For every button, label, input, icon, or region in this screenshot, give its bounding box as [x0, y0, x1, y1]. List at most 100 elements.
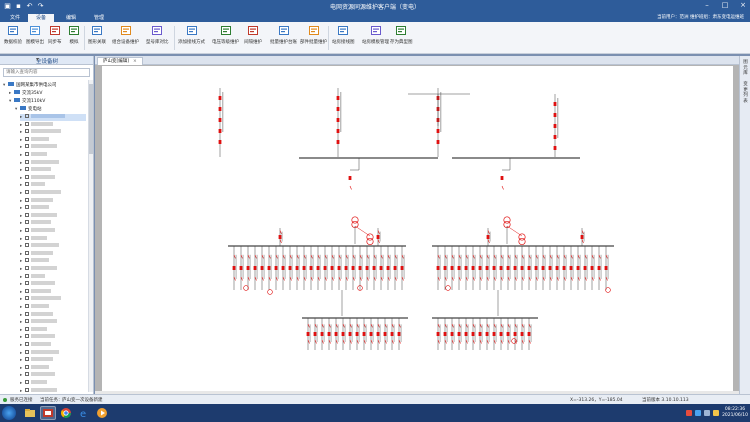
breaker-symbol[interactable] [464, 266, 468, 270]
breaker-symbol[interactable] [369, 332, 373, 336]
breaker-symbol[interactable] [302, 266, 306, 270]
feeder-label[interactable] [439, 254, 441, 279]
breaker-symbol[interactable] [604, 266, 608, 270]
switch-symbol[interactable] [501, 185, 504, 190]
breaker-symbol[interactable] [553, 146, 557, 150]
line-label[interactable] [222, 92, 224, 132]
breaker-symbol[interactable] [344, 266, 348, 270]
breaker-symbol[interactable] [253, 266, 257, 270]
breaker-symbol[interactable] [365, 266, 369, 270]
breaker-symbol[interactable] [541, 266, 545, 270]
feeder-label[interactable] [537, 254, 539, 279]
line-label[interactable] [557, 98, 559, 138]
breaker-symbol[interactable] [443, 266, 447, 270]
feeder-label[interactable] [396, 254, 398, 279]
breaker-symbol[interactable] [506, 332, 510, 336]
ribbon-button-2[interactable]: 同步布 [48, 25, 62, 52]
breaker-symbol[interactable] [376, 332, 380, 336]
breaker-symbol[interactable] [520, 332, 524, 336]
feeder-label[interactable] [375, 254, 377, 279]
feeder-label[interactable] [316, 324, 318, 342]
breaker-symbol[interactable] [464, 332, 468, 336]
feeder-label[interactable] [600, 254, 602, 279]
breaker-symbol[interactable] [471, 332, 475, 336]
tray-ime-icon[interactable] [713, 410, 720, 416]
taskbar-explorer-icon[interactable] [22, 406, 38, 420]
breaker-symbol[interactable] [553, 135, 557, 139]
feeder-label[interactable] [281, 231, 283, 242]
minimize-button[interactable]: – [702, 1, 712, 9]
station-tree-item[interactable]: ▸ [20, 152, 86, 159]
feeder-label[interactable] [495, 324, 497, 342]
tree-node[interactable]: ▾ 变电站 [15, 106, 42, 113]
breaker-symbol[interactable] [500, 176, 504, 180]
station-tree-item[interactable]: ▸ [20, 334, 86, 341]
breaker-symbol[interactable] [562, 266, 566, 270]
breaker-symbol[interactable] [316, 266, 320, 270]
breaker-symbol[interactable] [478, 266, 482, 270]
feeder-label[interactable] [593, 254, 595, 279]
feeder-label[interactable] [379, 231, 381, 242]
tray-network-icon[interactable] [695, 410, 702, 416]
ribbon-button-3[interactable]: 模拟 [68, 25, 80, 52]
breaker-symbol[interactable] [383, 332, 387, 336]
station-tree-item[interactable]: ▸ [20, 182, 86, 189]
ribbon-button-14[interactable]: 存为典型图 [390, 25, 413, 52]
doc-tab-lushan[interactable]: 庐山变[编辑] × [97, 57, 143, 65]
breaker-symbol[interactable] [313, 332, 317, 336]
feeder-label[interactable] [323, 324, 325, 342]
feeder-label[interactable] [530, 254, 532, 279]
feeder-label[interactable] [586, 254, 588, 279]
tree-node[interactable]: ▸ 交流35kV [9, 90, 42, 97]
station-tree-item[interactable]: ▸ [20, 372, 86, 379]
grounding-symbol[interactable] [267, 289, 273, 295]
breaker-symbol[interactable] [457, 266, 461, 270]
breaker-symbol[interactable] [278, 235, 282, 239]
breaker-symbol[interactable] [306, 332, 310, 336]
ribbon-button-9[interactable]: 间隔维护 [244, 25, 262, 52]
breaker-symbol[interactable] [386, 266, 390, 270]
breaker-symbol[interactable] [576, 266, 580, 270]
feeder-label[interactable] [489, 231, 491, 242]
pin-icon[interactable]: ▾ [36, 56, 90, 63]
station-tree-item[interactable]: ▸ [20, 288, 86, 296]
feeder-label[interactable] [382, 254, 384, 279]
single-line-diagram[interactable] [102, 66, 733, 391]
station-tree-item[interactable]: ▸ [20, 266, 86, 273]
rail-tab-changes[interactable]: 变更列表 [742, 82, 749, 104]
feeder-label[interactable] [572, 254, 574, 279]
ribbon-button-11[interactable]: 部件批量维护 [300, 25, 327, 52]
feeder-label[interactable] [347, 254, 349, 279]
station-tree-item[interactable]: ▸ [20, 235, 86, 243]
breaker-symbol[interactable] [436, 266, 440, 270]
feeder-label[interactable] [565, 254, 567, 279]
station-tree-item[interactable]: ▸ [20, 296, 86, 303]
breaker-symbol[interactable] [362, 332, 366, 336]
feeder-label[interactable] [474, 254, 476, 279]
feeder-label[interactable] [351, 324, 353, 342]
breaker-symbol[interactable] [295, 266, 299, 270]
breaker-symbol[interactable] [309, 266, 313, 270]
station-tree-item[interactable]: ▸ [20, 205, 86, 212]
feeder-label[interactable] [579, 254, 581, 279]
feeder-label[interactable] [340, 254, 342, 279]
breaker-symbol[interactable] [348, 176, 352, 180]
grounding-symbol[interactable] [243, 285, 249, 291]
feeder-label[interactable] [284, 254, 286, 279]
breaker-symbol[interactable] [239, 266, 243, 270]
taskbar-clock[interactable]: 08:22:36 2021/06/10 [722, 407, 748, 419]
feeder-label[interactable] [523, 324, 525, 342]
breaker-symbol[interactable] [323, 266, 327, 270]
tab-equipment[interactable]: 设备 [28, 14, 55, 22]
feeder-label[interactable] [544, 254, 546, 279]
breaker-symbol[interactable] [436, 129, 440, 133]
drawing-sheet[interactable] [102, 66, 733, 391]
breaker-symbol[interactable] [320, 332, 324, 336]
breaker-symbol[interactable] [341, 332, 345, 336]
feeder-label[interactable] [488, 324, 490, 342]
breaker-symbol[interactable] [260, 266, 264, 270]
feeder-label[interactable] [368, 254, 370, 279]
close-tab-icon[interactable]: × [133, 59, 137, 64]
feeder-label[interactable] [365, 324, 367, 342]
feeder-label[interactable] [474, 324, 476, 342]
